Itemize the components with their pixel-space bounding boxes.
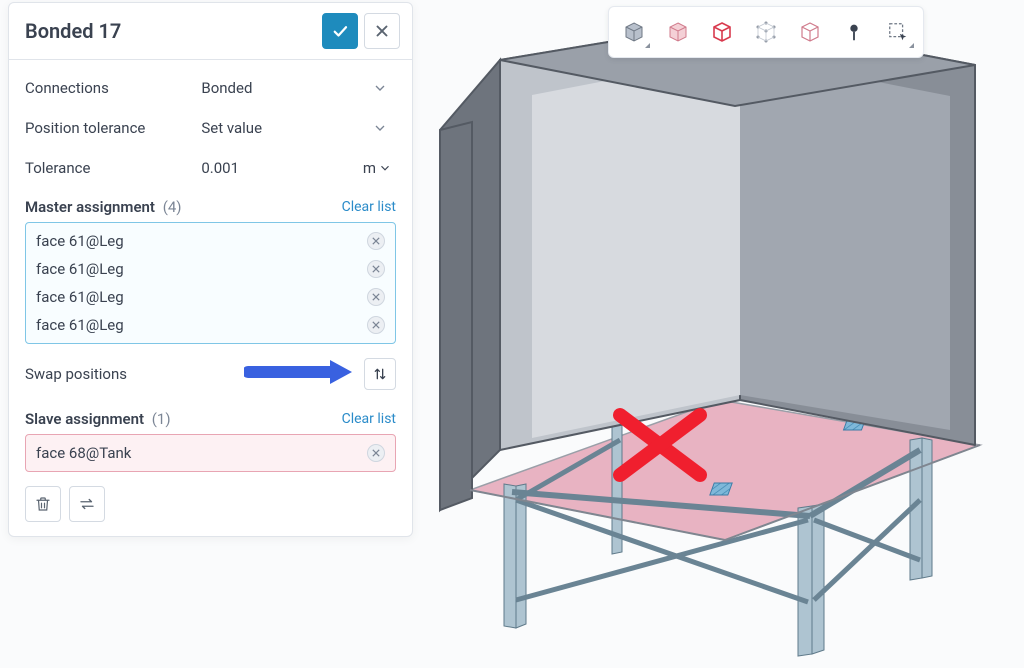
view-nodes-button[interactable]	[745, 11, 787, 53]
panel-header: Bonded 17	[9, 3, 412, 60]
tolerance-unit-value: m	[363, 159, 376, 177]
row-tolerance: Tolerance 0.001 m	[25, 148, 396, 188]
row-position-tolerance: Position tolerance Set value	[25, 108, 396, 148]
model-rendering	[420, 0, 1024, 664]
x-icon	[372, 293, 380, 301]
master-assignment-header: Master assignment (4) Clear list	[25, 188, 396, 222]
delete-button[interactable]	[25, 486, 61, 522]
cube-nodes-icon	[754, 20, 778, 44]
close-button[interactable]	[364, 13, 400, 49]
swap-positions-button[interactable]	[364, 358, 396, 390]
remove-item-button[interactable]	[367, 316, 385, 334]
box-select-icon	[887, 21, 909, 43]
view-edges-button[interactable]	[701, 11, 743, 53]
master-label: Master assignment	[25, 198, 155, 216]
remove-item-button[interactable]	[367, 288, 385, 306]
cube-edges-icon	[710, 20, 734, 44]
swap-icon	[372, 366, 388, 382]
check-icon	[331, 22, 349, 40]
slave-label: Slave assignment	[25, 410, 144, 428]
annotation-arrow-icon	[244, 358, 354, 386]
probe-icon	[843, 21, 865, 43]
view-surface-button[interactable]	[657, 11, 699, 53]
swap-row: Swap positions	[25, 344, 396, 400]
master-item-label: face 61@Leg	[36, 260, 124, 278]
select-position-tolerance[interactable]: Set value	[199, 115, 396, 141]
master-count: (4)	[163, 198, 182, 216]
slave-count: (1)	[152, 410, 171, 428]
properties-panel: Bonded 17 Connections Bonded Position to…	[8, 2, 413, 537]
list-item[interactable]: face 61@Leg	[26, 283, 395, 311]
x-icon	[372, 265, 380, 273]
label-connections: Connections	[25, 79, 199, 97]
panel-footer	[25, 472, 396, 522]
list-item[interactable]: face 68@Tank	[26, 439, 395, 467]
select-position-tolerance-value: Set value	[201, 119, 262, 137]
close-icon	[373, 22, 391, 40]
master-item-label: face 61@Leg	[36, 232, 124, 250]
view-solid-button[interactable]	[613, 11, 655, 53]
input-tolerance[interactable]: 0.001	[199, 155, 362, 181]
trash-icon	[34, 495, 52, 513]
master-item-label: face 61@Leg	[36, 288, 124, 306]
swap-label: Swap positions	[25, 365, 127, 383]
remove-item-button[interactable]	[367, 444, 385, 462]
list-item[interactable]: face 61@Leg	[26, 255, 395, 283]
cube-solid-icon	[622, 20, 646, 44]
list-item[interactable]: face 61@Leg	[26, 227, 395, 255]
exchange-icon	[78, 495, 96, 513]
x-icon	[372, 237, 380, 245]
view-toolbar	[608, 6, 924, 58]
row-connections: Connections Bonded	[25, 68, 396, 108]
select-connections-value: Bonded	[201, 79, 252, 97]
slave-clear-button[interactable]: Clear list	[342, 411, 396, 427]
chevron-down-icon	[378, 161, 392, 175]
box-select-button[interactable]	[877, 11, 919, 53]
probe-button[interactable]	[833, 11, 875, 53]
slave-item-label: face 68@Tank	[36, 444, 131, 462]
confirm-button[interactable]	[322, 13, 358, 49]
x-icon	[372, 321, 380, 329]
chevron-down-icon	[372, 120, 388, 136]
remove-item-button[interactable]	[367, 260, 385, 278]
chevron-down-icon	[372, 80, 388, 96]
swap-alt-button[interactable]	[69, 486, 105, 522]
label-position-tolerance: Position tolerance	[25, 119, 199, 137]
panel-body: Connections Bonded Position tolerance Se…	[9, 60, 412, 536]
viewport-3d[interactable]	[420, 0, 1024, 664]
label-tolerance: Tolerance	[25, 159, 199, 177]
cube-wire-icon	[798, 20, 822, 44]
master-item-label: face 61@Leg	[36, 316, 124, 334]
master-assignment-list: face 61@Leg face 61@Leg face 61@Leg face…	[25, 222, 396, 344]
select-tolerance-unit[interactable]: m	[363, 159, 396, 177]
master-clear-button[interactable]: Clear list	[342, 199, 396, 215]
x-icon	[372, 449, 380, 457]
select-connections[interactable]: Bonded	[199, 75, 396, 101]
remove-item-button[interactable]	[367, 232, 385, 250]
slave-assignment-list: face 68@Tank	[25, 434, 396, 472]
panel-title: Bonded 17	[25, 19, 316, 43]
list-item[interactable]: face 61@Leg	[26, 311, 395, 339]
view-wire-button[interactable]	[789, 11, 831, 53]
slave-assignment-header: Slave assignment (1) Clear list	[25, 400, 396, 434]
cube-surface-icon	[666, 20, 690, 44]
